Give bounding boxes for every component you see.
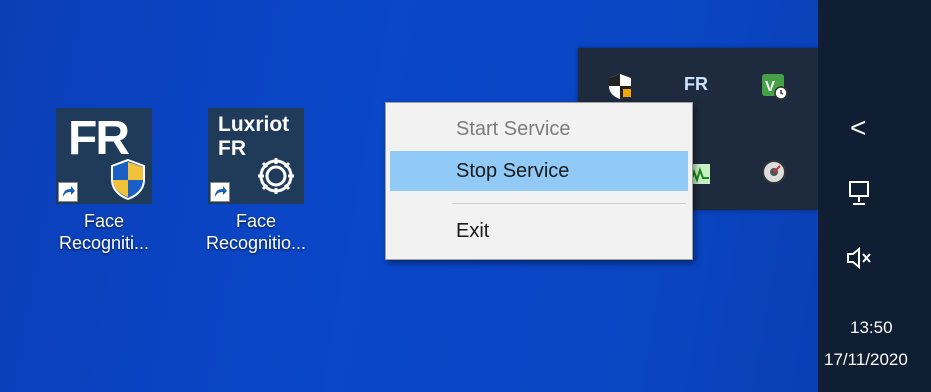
menu-separator	[452, 203, 686, 204]
desktop-icon-label: Face Recogniti...	[58, 211, 150, 253]
volume-muted-icon[interactable]	[844, 244, 876, 277]
fr-tile-text: FR	[68, 112, 130, 165]
luxriot-fr-app-icon: Luxriot FR	[208, 108, 304, 204]
svg-text:V: V	[765, 78, 775, 95]
shortcut-arrow-icon	[58, 182, 78, 202]
luxriot-tile-text: Luxriot	[218, 113, 290, 136]
shortcut-arrow-icon	[210, 182, 230, 202]
show-hidden-icons-chevron[interactable]: <	[850, 112, 866, 144]
clock-date[interactable]: 17/11/2020	[824, 350, 908, 370]
menu-item-stop-service[interactable]: Stop Service	[390, 151, 688, 191]
clock-time[interactable]: 13:50	[850, 318, 893, 338]
menu-item-exit[interactable]: Exit	[390, 211, 688, 251]
fr-app-icon: FR	[56, 108, 152, 204]
fr-icon[interactable]: FR	[684, 74, 712, 102]
taskbar: < 13:50 17/11/2020	[818, 0, 931, 392]
shield-badge-icon	[111, 158, 145, 200]
desktop-icon-label: Face Recognitio...	[205, 211, 307, 253]
license-app-icon[interactable]: V	[760, 72, 788, 100]
network-icon[interactable]	[846, 180, 876, 213]
disk-clock-icon[interactable]	[760, 158, 788, 186]
tray-context-menu: Start Service Stop Service Exit	[385, 102, 693, 260]
shield-icon[interactable]	[606, 72, 634, 100]
fr-tile-text: FR	[218, 137, 246, 160]
desktop-icon-face-recognition-1[interactable]: FR Face Recogniti...	[44, 108, 164, 254]
menu-item-start-service[interactable]: Start Service	[390, 109, 688, 149]
gear-icon	[258, 158, 294, 194]
desktop-icon-face-recognition-2[interactable]: Luxriot FR Face Recognitio...	[196, 108, 316, 254]
